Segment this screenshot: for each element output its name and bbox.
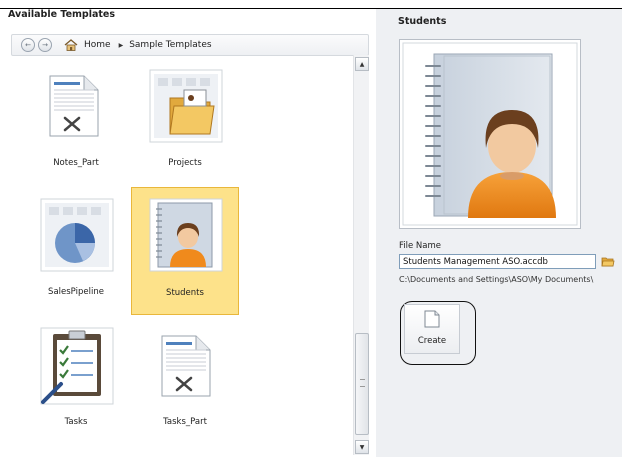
template-tile-salespipeline[interactable]: SalesPipeline <box>22 187 130 315</box>
breadcrumb-sample-templates[interactable]: Sample Templates <box>129 40 211 50</box>
new-document-icon <box>424 310 440 328</box>
breadcrumb: ← → Home ▶ Sample Templates <box>11 34 369 56</box>
pie-chart-icon <box>40 198 114 272</box>
template-tile-tasks[interactable]: Tasks <box>22 316 130 444</box>
create-button[interactable]: Create <box>404 304 460 354</box>
student-notebook-icon <box>402 42 578 226</box>
home-icon[interactable] <box>64 39 78 51</box>
selected-template-title: Students <box>398 16 447 27</box>
template-preview <box>399 39 581 229</box>
template-label: Tasks_Part <box>163 417 207 427</box>
folder-icon[interactable] <box>601 255 615 268</box>
file-location-path: C:\Documents and Settings\ASO\My Documen… <box>399 275 594 284</box>
template-label: Projects <box>168 158 202 168</box>
scroll-down-button[interactable]: ▼ <box>355 440 369 454</box>
template-label: SalesPipeline <box>48 287 104 297</box>
student-notebook-icon <box>149 198 223 272</box>
breadcrumb-separator: ▶ <box>118 41 124 49</box>
forward-button[interactable]: → <box>38 38 52 52</box>
scroll-thumb[interactable] <box>355 333 369 435</box>
breadcrumb-home[interactable]: Home <box>84 40 111 50</box>
table-document-icon <box>161 335 211 397</box>
back-button[interactable]: ← <box>21 38 35 52</box>
available-templates-title: Available Templates <box>8 9 116 20</box>
project-folder-icon <box>149 69 223 143</box>
template-label: Tasks <box>64 417 88 427</box>
grip-icon <box>360 379 365 387</box>
create-button-label: Create <box>417 336 447 346</box>
template-label: Notes_Part <box>53 158 99 168</box>
template-label: Students <box>166 288 204 298</box>
file-name-label: File Name <box>399 241 442 251</box>
file-name-input[interactable] <box>399 254 596 269</box>
template-tile-notes-part[interactable]: Notes_Part <box>22 58 130 186</box>
table-document-icon <box>49 75 99 137</box>
templates-scrollbar[interactable]: ▲ ▼ <box>353 55 369 455</box>
template-tile-projects[interactable]: Projects <box>131 58 239 186</box>
task-clipboard-icon <box>40 327 114 405</box>
template-tile-tasks-part[interactable]: Tasks_Part <box>131 316 239 444</box>
template-tile-students[interactable]: Students <box>131 187 239 315</box>
scroll-up-button[interactable]: ▲ <box>355 57 369 71</box>
